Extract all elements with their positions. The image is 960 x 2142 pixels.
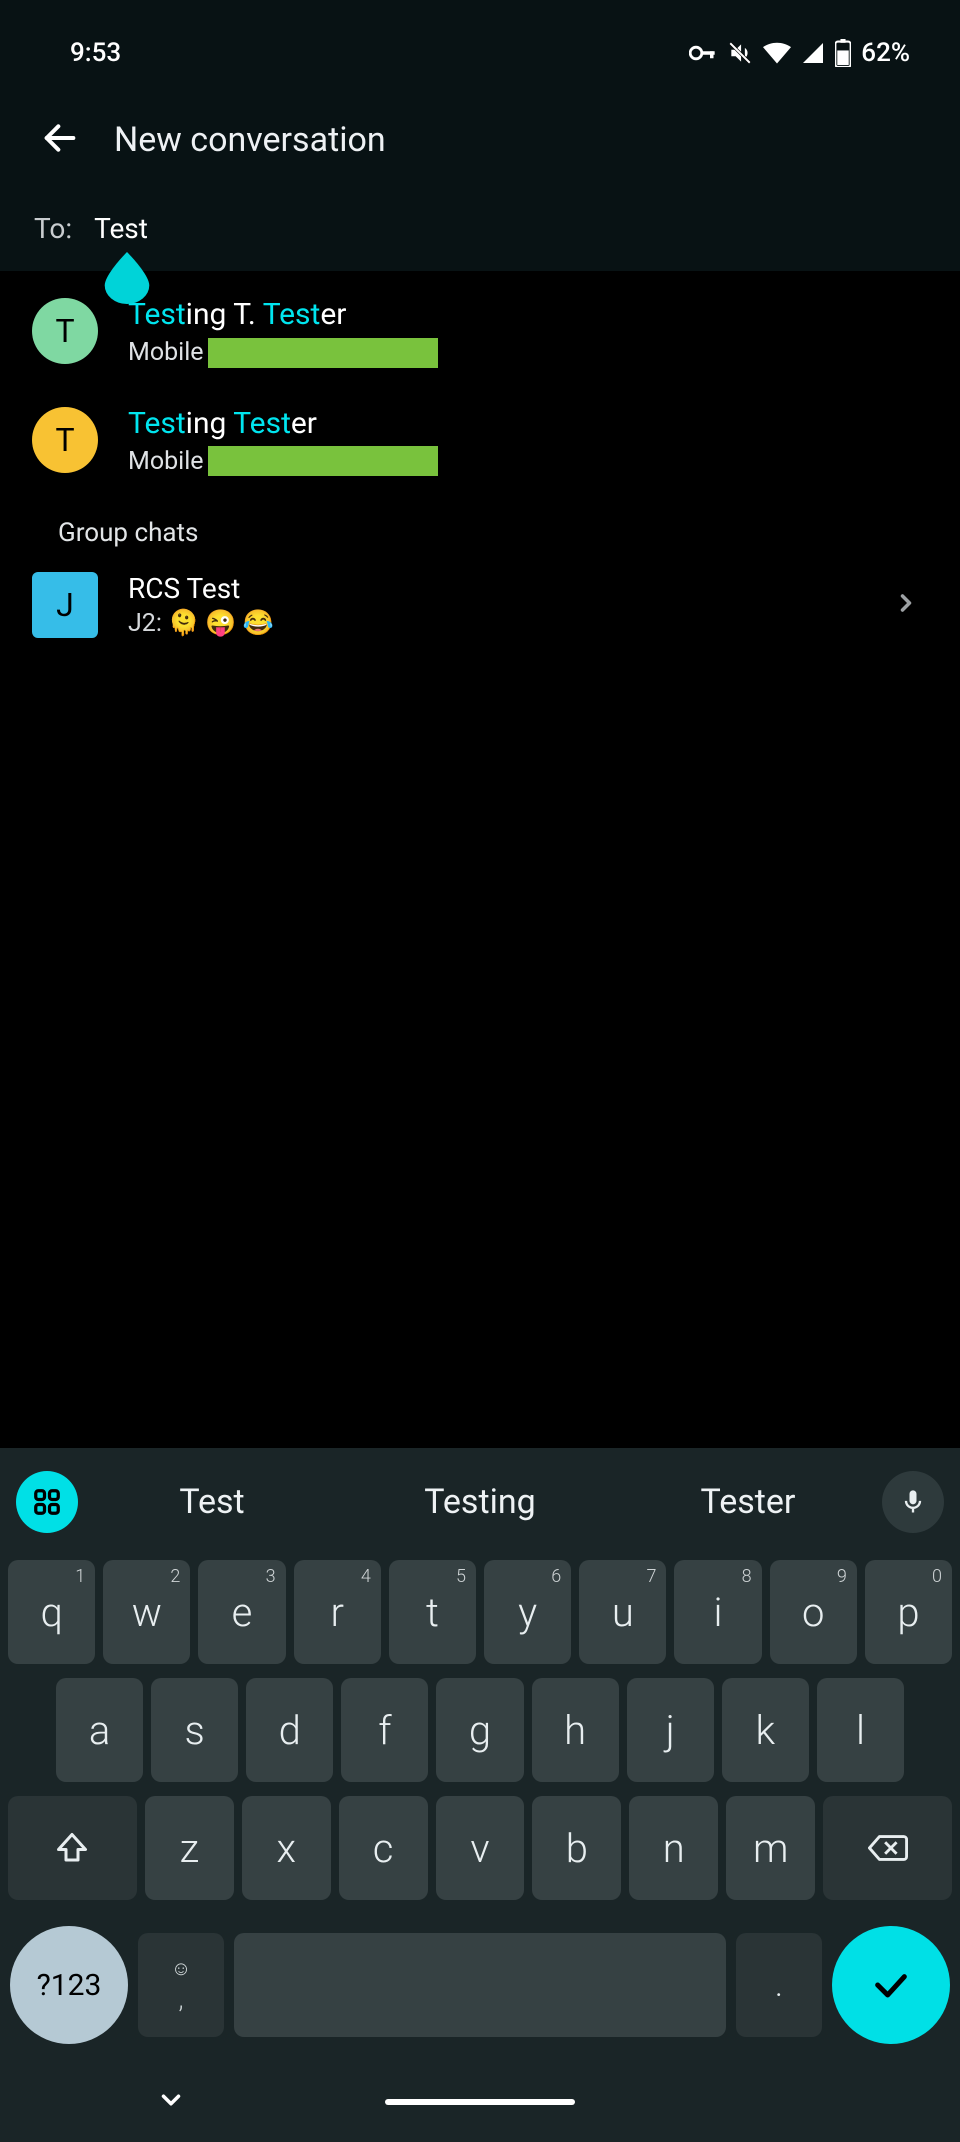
key-x[interactable]: x bbox=[242, 1796, 331, 1900]
key-g[interactable]: g bbox=[436, 1678, 523, 1782]
key-v[interactable]: v bbox=[436, 1796, 525, 1900]
wifi-icon bbox=[763, 42, 791, 64]
avatar: T bbox=[32, 407, 98, 473]
avatar: J bbox=[32, 572, 98, 638]
avatar: T bbox=[32, 298, 98, 364]
group-name: RCS Test bbox=[128, 572, 862, 605]
home-gesture-pill[interactable] bbox=[385, 2099, 575, 2105]
battery-percent: 62% bbox=[861, 38, 910, 68]
search-results: T Testing T. Tester Mobile T Testing Tes… bbox=[0, 271, 960, 648]
page-title: New conversation bbox=[114, 120, 386, 160]
header: New conversation bbox=[0, 88, 960, 202]
suggestion-1[interactable]: Testing bbox=[346, 1482, 614, 1522]
back-button[interactable] bbox=[40, 118, 80, 162]
to-label: To: bbox=[34, 212, 72, 245]
key-e[interactable]: e3 bbox=[198, 1560, 285, 1664]
status-icons: 62% bbox=[689, 38, 910, 68]
keyboard-row-3: zxcvbnm bbox=[8, 1796, 952, 1900]
key-y[interactable]: y6 bbox=[484, 1560, 571, 1664]
to-input[interactable]: Test bbox=[94, 212, 148, 245]
key-m[interactable]: m bbox=[726, 1796, 815, 1900]
status-time: 9:53 bbox=[70, 38, 121, 68]
keyboard-menu-button[interactable] bbox=[16, 1471, 78, 1533]
space-key[interactable] bbox=[234, 1933, 726, 2037]
keyboard-row-1: q1w2e3r4t5y6u7i8o9p0 bbox=[8, 1560, 952, 1664]
key-d[interactable]: d bbox=[246, 1678, 333, 1782]
redacted-number bbox=[208, 446, 438, 476]
text-cursor-handle[interactable] bbox=[104, 252, 150, 311]
key-f[interactable]: f bbox=[341, 1678, 428, 1782]
period-key[interactable]: . bbox=[736, 1933, 822, 2037]
chevron-right-icon bbox=[892, 589, 920, 621]
key-a[interactable]: a bbox=[56, 1678, 143, 1782]
comma-key[interactable]: ☺ , bbox=[138, 1933, 224, 2037]
contact-name: Testing Tester bbox=[128, 404, 928, 445]
contact-subtitle: Mobile bbox=[128, 446, 928, 476]
key-n[interactable]: n bbox=[629, 1796, 718, 1900]
key-k[interactable]: k bbox=[722, 1678, 809, 1782]
key-q[interactable]: q1 bbox=[8, 1560, 95, 1664]
key-u[interactable]: u7 bbox=[579, 1560, 666, 1664]
enter-key[interactable] bbox=[832, 1926, 950, 2044]
key-l[interactable]: l bbox=[817, 1678, 904, 1782]
redacted-number bbox=[208, 338, 438, 368]
key-r[interactable]: r4 bbox=[294, 1560, 381, 1664]
key-o[interactable]: o9 bbox=[770, 1560, 857, 1664]
key-z[interactable]: z bbox=[145, 1796, 234, 1900]
key-c[interactable]: c bbox=[339, 1796, 428, 1900]
emoji-icon: ☺ bbox=[171, 1956, 191, 1981]
key-h[interactable]: h bbox=[532, 1678, 619, 1782]
group-preview: J2: 🫠 😜 😂 bbox=[128, 609, 862, 638]
keyboard: Test Testing Tester q1w2e3r4t5y6u7i8o9p0… bbox=[0, 1448, 960, 2142]
group-chats-heading: Group chats bbox=[0, 494, 960, 562]
vpn-key-icon bbox=[689, 44, 717, 62]
contact-name: Testing T. Tester bbox=[128, 295, 928, 336]
key-p[interactable]: p0 bbox=[865, 1560, 952, 1664]
group-result-0[interactable]: J RCS Test J2: 🫠 😜 😂 bbox=[0, 562, 960, 648]
voice-input-button[interactable] bbox=[882, 1471, 944, 1533]
signal-icon bbox=[801, 41, 825, 65]
suggestion-2[interactable]: Tester bbox=[614, 1482, 882, 1522]
backspace-key[interactable] bbox=[823, 1796, 952, 1900]
key-w[interactable]: w2 bbox=[103, 1560, 190, 1664]
key-j[interactable]: j bbox=[627, 1678, 714, 1782]
key-i[interactable]: i8 bbox=[674, 1560, 761, 1664]
status-bar: 9:53 62% bbox=[0, 0, 960, 88]
key-t[interactable]: t5 bbox=[389, 1560, 476, 1664]
keyboard-collapse-icon[interactable] bbox=[156, 2085, 186, 2119]
keyboard-row-2: asdfghjkl bbox=[8, 1678, 952, 1782]
mute-icon bbox=[727, 40, 753, 66]
to-field-row[interactable]: To: Test bbox=[0, 202, 960, 271]
symbols-key[interactable]: ?123 bbox=[10, 1926, 128, 2044]
suggestion-0[interactable]: Test bbox=[78, 1482, 346, 1522]
key-s[interactable]: s bbox=[151, 1678, 238, 1782]
contact-subtitle: Mobile bbox=[128, 338, 928, 368]
shift-key[interactable] bbox=[8, 1796, 137, 1900]
navigation-bar bbox=[0, 2062, 960, 2142]
contact-result-1[interactable]: T Testing Tester Mobile bbox=[0, 386, 960, 495]
battery-icon bbox=[835, 39, 851, 67]
key-b[interactable]: b bbox=[532, 1796, 621, 1900]
